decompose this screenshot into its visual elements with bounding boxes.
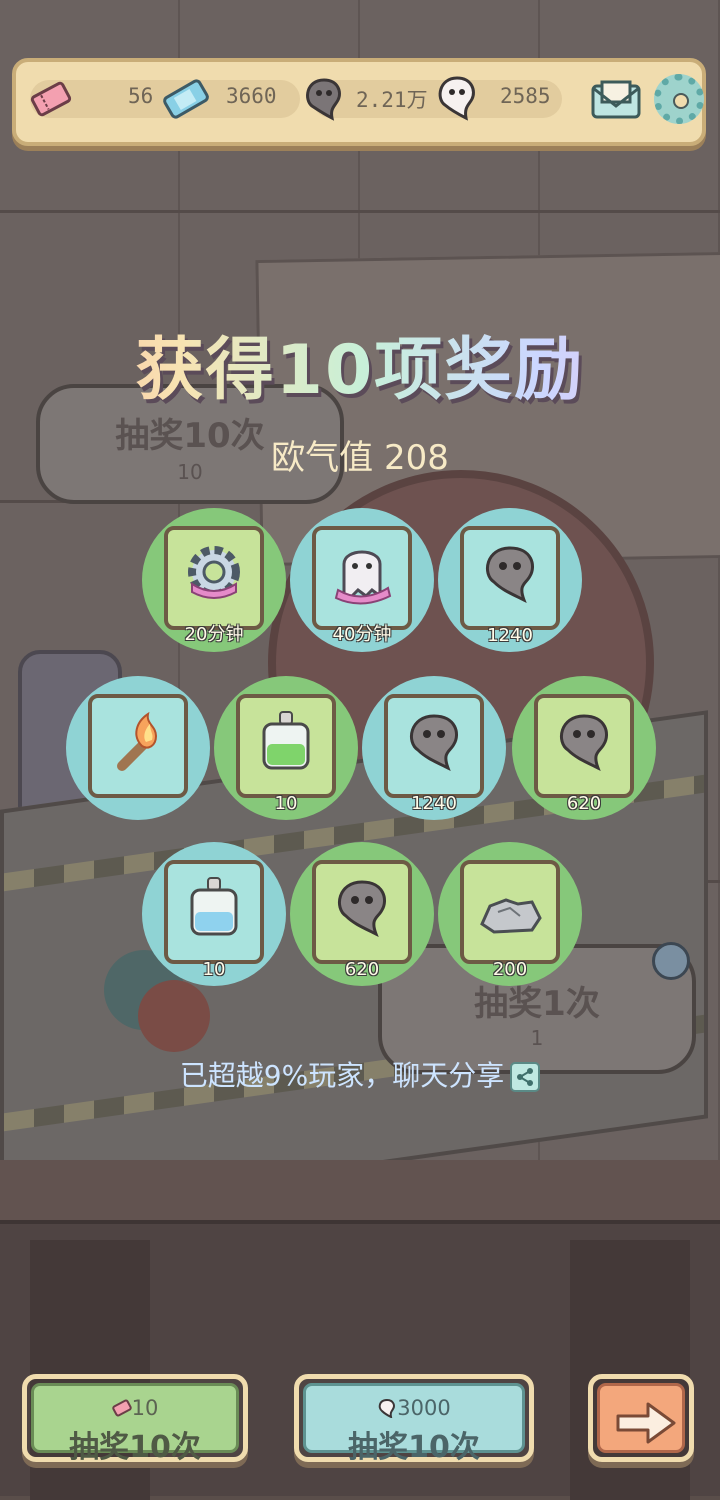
draw-ticket-cost-value: 10 — [131, 1396, 159, 1420]
draw-soul-cost: 3000 — [306, 1396, 522, 1420]
share-text: 已超越9%玩家，聊天分享 — [179, 1059, 505, 1092]
dark-soul-icon — [409, 714, 458, 772]
ticket-count: 56 — [128, 84, 154, 108]
reward-item[interactable]: 620 — [290, 842, 434, 986]
draw-soul-label: 抽奖10次 — [348, 1430, 480, 1465]
dark-soul-icon — [306, 78, 341, 121]
blue-potion-icon — [190, 877, 238, 936]
dark-soul-count: 2.21万 — [356, 88, 428, 112]
draw-soul-cost-value: 3000 — [397, 1396, 451, 1420]
mail-icon[interactable] — [590, 80, 642, 120]
reward-amount: 10 — [274, 793, 298, 814]
dark-soul-icon — [337, 880, 386, 938]
reward-item[interactable] — [66, 676, 210, 820]
ticket-icon — [30, 81, 72, 117]
bg-draw1-cost: 1 — [530, 1026, 544, 1050]
reward-amount: 40分钟 — [332, 624, 392, 645]
reward-amount: 620 — [566, 793, 602, 814]
reward-amount: 200 — [492, 959, 528, 980]
green-potion-icon — [262, 711, 310, 770]
reward-item[interactable]: 20分钟 — [142, 508, 286, 652]
bg-draw1-label: 抽奖1次 — [474, 984, 600, 1024]
reward-item[interactable]: 1240 — [438, 508, 582, 652]
flame-torch-icon — [117, 711, 158, 771]
reward-amount: 10 — [202, 959, 226, 980]
bg-nav-icon — [652, 942, 690, 980]
ghost-speedup-icon — [334, 550, 392, 605]
luck-value: 欧气值 208 — [271, 438, 449, 478]
reward-card — [88, 694, 188, 798]
share-icon[interactable] — [510, 1062, 541, 1092]
next-arrow-button[interactable] — [588, 1374, 694, 1462]
result-title: 获得10项奖励 — [0, 314, 720, 413]
arrow-right-icon — [616, 1402, 676, 1444]
reward-item[interactable]: 40分钟 — [290, 508, 434, 652]
gear-speedup-icon — [188, 546, 240, 599]
draw-ticket-cost: 10 — [34, 1396, 236, 1420]
reward-card — [384, 694, 484, 798]
draw-10-soul-button[interactable]: 3000 抽奖10次 — [294, 1374, 534, 1465]
reward-item[interactable]: 620 — [512, 676, 656, 820]
gem-icon — [163, 79, 209, 119]
dark-soul-icon — [485, 546, 534, 604]
reward-amount: 620 — [344, 959, 380, 980]
reward-card — [312, 860, 412, 964]
reward-card — [236, 694, 336, 798]
reward-item[interactable]: 1240 — [362, 676, 506, 820]
reward-item[interactable]: 10 — [142, 842, 286, 986]
ticket-icon — [111, 1399, 132, 1417]
reward-item[interactable]: 10 — [214, 676, 358, 820]
reward-item[interactable]: 200 — [438, 842, 582, 986]
light-soul-icon — [378, 1398, 396, 1419]
gem-count: 3660 — [226, 84, 277, 108]
reward-amount: 1240 — [411, 793, 457, 814]
reward-amount: 20分钟 — [184, 624, 244, 645]
reward-card — [534, 694, 634, 798]
draw-10-ticket-button[interactable]: 10 抽奖10次 — [22, 1374, 248, 1465]
stone-icon — [480, 898, 542, 934]
light-soul-icon — [438, 76, 475, 121]
draw-ticket-label: 抽奖10次 — [69, 1430, 201, 1465]
reward-card — [460, 860, 560, 964]
reward-card — [164, 526, 264, 630]
light-soul-count: 2585 — [500, 84, 551, 108]
dark-soul-icon — [559, 714, 608, 772]
currency-bar: 56 3660 2.21万 2585 — [12, 58, 706, 146]
share-row[interactable]: 已超越9%玩家，聊天分享 — [0, 1054, 720, 1094]
reward-card — [312, 526, 412, 630]
reward-card — [164, 860, 264, 964]
ball-decoration — [138, 980, 210, 1052]
reward-card — [460, 526, 560, 630]
reward-amount: 1240 — [487, 625, 533, 646]
settings-gear-icon[interactable] — [654, 74, 704, 124]
